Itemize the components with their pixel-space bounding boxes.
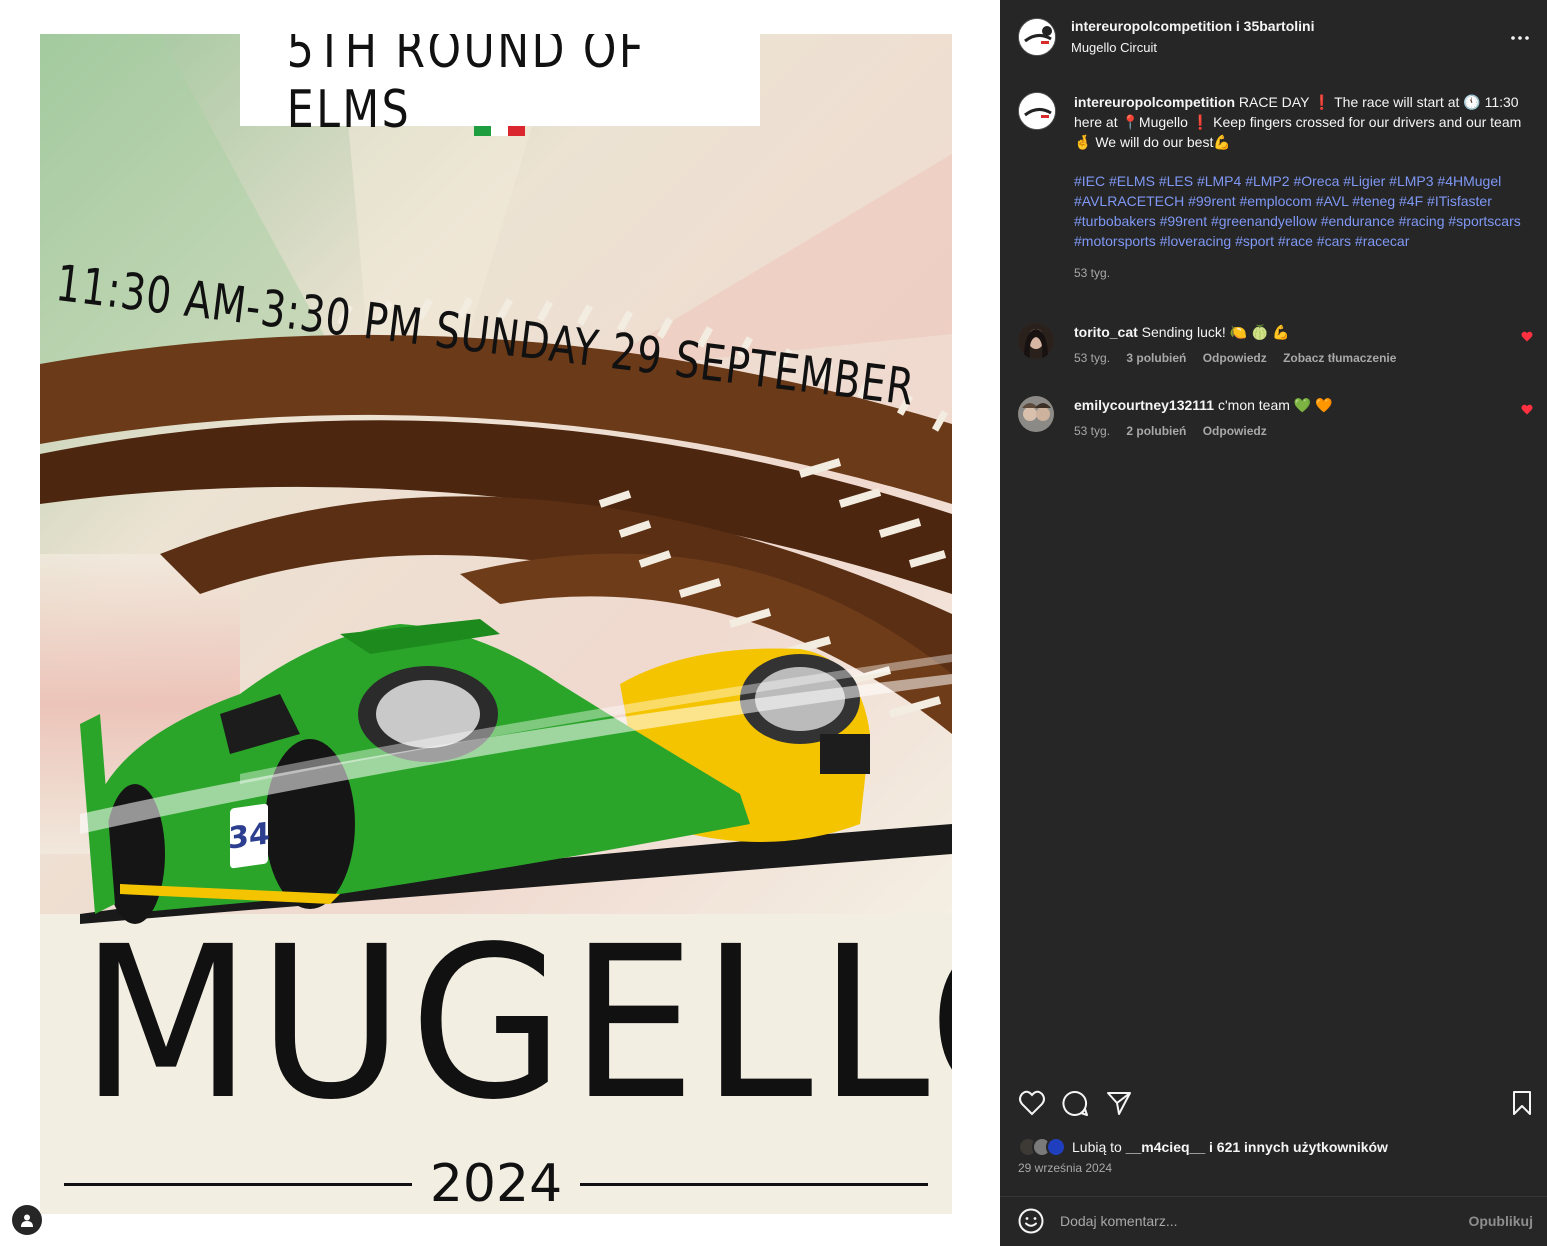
add-comment-bar: Opublikuj [1000,1197,1547,1246]
more-horizontal-icon [1511,36,1529,40]
post-panel: intereuropolcompetition i 35bartolini Mu… [1000,0,1547,1246]
user-icon [21,1214,33,1227]
liked-by-prefix: Lubią to [1072,1139,1126,1155]
comment-time: 53 tyg. [1074,424,1111,438]
team-logo-icon [1019,93,1055,129]
liker-avatar [1046,1137,1066,1157]
liked-by-text[interactable]: Lubią to __m4cieq__ i 621 innych użytkow… [1072,1139,1388,1155]
tagged-users-button[interactable] [12,1205,42,1235]
author-line[interactable]: intereuropolcompetition i 35bartolini [1071,18,1314,34]
poster-venue: MUGELLO [80,901,952,1146]
caption-avatar[interactable] [1018,92,1056,130]
profile-photo-icon [1018,323,1054,359]
share-button[interactable] [1106,1090,1132,1121]
liked-by-others[interactable]: i 621 innych użytkowników [1205,1139,1388,1155]
reply-button[interactable]: Odpowiedz [1203,424,1267,438]
commenter-avatar[interactable] [1018,396,1054,432]
comment-likes[interactable]: 2 polubień [1126,424,1186,438]
heart-filled-icon [1521,331,1533,342]
car-number: 34 [228,803,270,869]
liked-by-row: Lubią to __m4cieq__ i 621 innych użytkow… [1018,1136,1388,1158]
caption-username[interactable]: intereuropolcompetition [1074,94,1235,110]
publish-button[interactable]: Opublikuj [1468,1213,1533,1229]
comment-meta: 53 tyg. 2 polubień Odpowiedz [1074,424,1280,438]
caption-time: 53 tyg. [1074,266,1111,280]
post-date[interactable]: 29 września 2024 [1018,1161,1112,1175]
caption-body: intereuropolcompetition RACE DAY ❗ The r… [1074,92,1524,283]
liked-by-user[interactable]: __m4cieq__ [1126,1139,1205,1155]
reply-button[interactable]: Odpowiedz [1203,351,1267,365]
caption-hashtags[interactable]: #IEC #ELMS #LES #LMP4 #LMP2 #Oreca #Ligi… [1074,171,1524,251]
post-header: intereuropolcompetition i 35bartolini Mu… [1000,0,1547,72]
poster-title: 5TH ROUND OF ELMS [286,34,646,140]
comment-input[interactable] [1060,1209,1440,1233]
save-button[interactable] [1511,1090,1533,1121]
comment-bubble-icon [1062,1090,1088,1116]
commenter-avatar[interactable] [1018,323,1054,359]
post-actions [1018,1090,1533,1118]
bookmark-icon [1513,1091,1531,1115]
comment-button[interactable] [1062,1090,1089,1122]
comment-text: Sending luck! 🍋 🍈 💪 [1137,324,1290,340]
heart-outline-icon [1019,1090,1045,1116]
post-location[interactable]: Mugello Circuit [1071,40,1157,55]
author-avatar[interactable] [1018,18,1056,56]
year-divider-left [64,1182,412,1186]
post-media[interactable]: 5TH ROUND OF ELMS 11:30 AM-3:30 PM SUNDA… [0,0,1000,1246]
comment-text: c'mon team 💚 🧡 [1214,397,1333,413]
comment-meta: 53 tyg. 3 polubień Odpowiedz Zobacz tłum… [1074,351,1409,365]
comment-like-button[interactable] [1521,402,1533,420]
team-logo-icon [1019,19,1055,55]
like-button[interactable] [1018,1090,1046,1121]
send-paper-plane-icon [1107,1092,1131,1115]
poster-year: 2024 [429,1154,563,1214]
translate-button[interactable]: Zobacz tłumaczenie [1283,351,1396,365]
comment-time: 53 tyg. [1074,351,1111,365]
more-options-button[interactable] [1511,24,1529,45]
heart-filled-icon [1521,404,1533,415]
comment-username[interactable]: torito_cat [1074,324,1138,340]
comment-body: torito_cat Sending luck! 🍋 🍈 💪 [1074,323,1494,341]
comment-like-button[interactable] [1521,329,1533,347]
comment-username[interactable]: emilycourtney132111 [1074,397,1214,413]
comment-body: emilycourtney132111 c'mon team 💚 🧡 [1074,396,1494,414]
race-poster: 5TH ROUND OF ELMS 11:30 AM-3:30 PM SUNDA… [40,34,952,1214]
poster-year-row: 2024 [64,1154,928,1214]
comment-likes[interactable]: 3 polubień [1126,351,1186,365]
year-divider-right [580,1182,928,1186]
emoji-smile-icon [1018,1208,1044,1234]
profile-photo-icon [1018,396,1054,432]
poster-title-box: 5TH ROUND OF ELMS [240,34,760,140]
emoji-button[interactable] [1018,1208,1044,1239]
